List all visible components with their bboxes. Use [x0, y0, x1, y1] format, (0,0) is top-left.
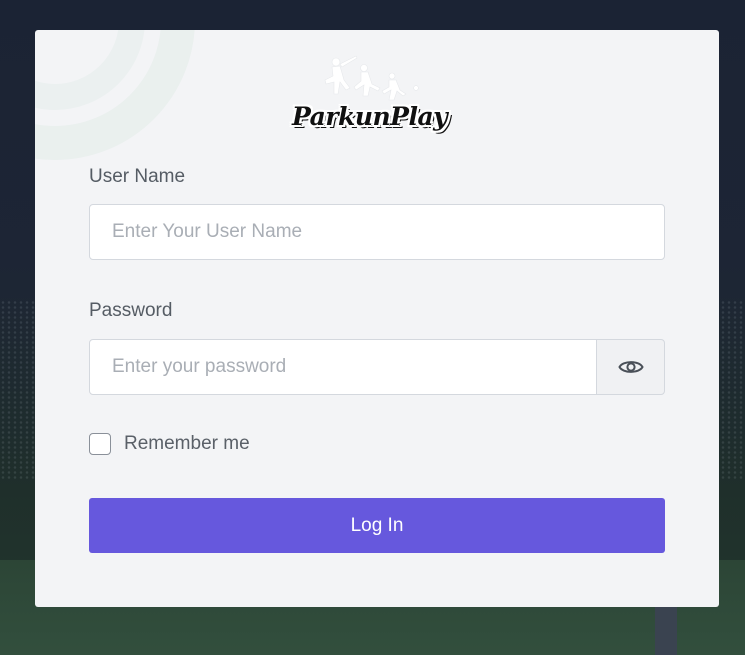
login-card: ParkunPlay User Name Password Remember m… — [35, 30, 719, 607]
stadium-sign — [655, 605, 677, 655]
username-label: User Name — [89, 166, 186, 187]
sports-silhouette-icon — [324, 55, 419, 101]
password-label: Password — [89, 300, 173, 321]
remember-me-checkbox[interactable] — [89, 433, 111, 455]
eye-icon — [617, 361, 644, 373]
login-button[interactable]: Log In — [89, 498, 665, 553]
password-input[interactable] — [89, 339, 597, 395]
brand-logo-text: ParkunPlay — [292, 102, 448, 131]
remember-me-control[interactable]: Remember me — [89, 433, 250, 455]
show-password-button[interactable] — [596, 339, 665, 395]
remember-me-label: Remember me — [124, 433, 250, 454]
brand-logo: ParkunPlay — [290, 54, 450, 146]
username-input[interactable] — [89, 204, 665, 260]
